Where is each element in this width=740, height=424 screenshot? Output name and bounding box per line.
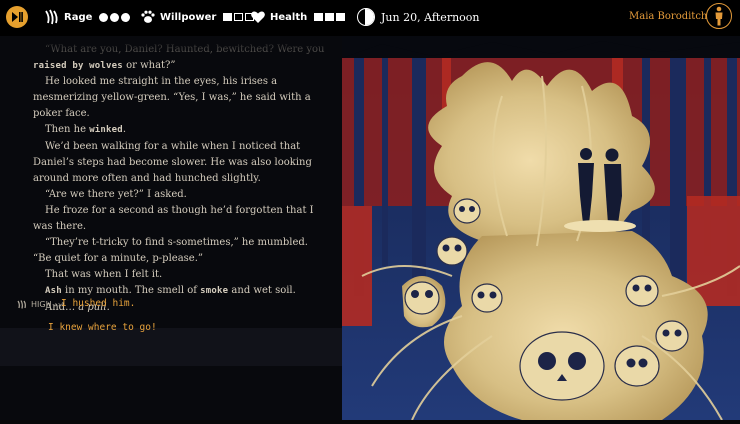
stat-label-health: Health bbox=[270, 11, 308, 23]
rage-meter bbox=[99, 12, 131, 22]
story-text-run: He froze for a second as though he’d for… bbox=[33, 204, 314, 233]
emphasis-word: raised by wolves bbox=[33, 61, 123, 72]
choice-option[interactable]: I knew where to go! bbox=[48, 322, 157, 333]
top-fade bbox=[0, 36, 342, 56]
story-panel[interactable]: “What are you, Daniel? Haunted, bewitche… bbox=[0, 36, 342, 420]
stat-box bbox=[223, 13, 233, 21]
selected-choice: I hushed him. bbox=[61, 298, 136, 309]
stat-box bbox=[314, 13, 324, 21]
story-text-run: . bbox=[122, 124, 127, 136]
stat-dot bbox=[99, 12, 109, 22]
paw-icon bbox=[140, 9, 156, 25]
emphasis-word: winked bbox=[89, 125, 123, 136]
story-paragraph: raised by wolves or what?” bbox=[33, 58, 325, 74]
story-text-run: “They’re t-tricky to find s-sometimes,” … bbox=[33, 237, 308, 265]
story-paragraph: We’d been walking for a while when I not… bbox=[33, 139, 325, 187]
heart-icon bbox=[250, 9, 266, 25]
story-text: “What are you, Daniel? Haunted, bewitche… bbox=[33, 42, 325, 316]
stat-label-rage: Rage bbox=[64, 11, 93, 23]
story-text-run: Then he bbox=[45, 124, 90, 136]
stat-label-willpower: Willpower bbox=[160, 11, 217, 23]
story-text-run: in my mouth. The smell of bbox=[61, 285, 201, 297]
character-name: Maia Boroditch bbox=[629, 11, 708, 22]
health-meter bbox=[314, 13, 346, 21]
story-paragraph: “Are we there yet?” I asked. bbox=[33, 187, 325, 203]
forest-skulls-artwork bbox=[342, 36, 740, 421]
stat-box bbox=[325, 13, 335, 21]
emphasis-word: Ash bbox=[45, 286, 62, 297]
play-pause-icon bbox=[12, 12, 23, 22]
story-paragraph: That was when I felt it. bbox=[33, 267, 325, 283]
story-text-run: or what?” bbox=[122, 60, 176, 72]
person-icon bbox=[715, 6, 723, 26]
play-pause-button[interactable] bbox=[6, 6, 28, 28]
health-stat: Health bbox=[250, 9, 346, 25]
moon-phase-icon bbox=[357, 8, 375, 26]
story-text-run: We’d been walking for a while when I not… bbox=[33, 140, 312, 184]
willpower-stat: Willpower bbox=[140, 9, 255, 25]
top-hud: Rage Willpower Health Jun 20, Afternoon … bbox=[0, 0, 740, 36]
date-display: Jun 20, Afternoon bbox=[357, 8, 480, 26]
stat-dot bbox=[121, 12, 131, 22]
stat-box bbox=[234, 13, 244, 21]
story-text-run: and wet soil. bbox=[228, 285, 296, 297]
selected-choice-band bbox=[0, 328, 342, 366]
story-text-run: “Are we there yet?” I asked. bbox=[45, 188, 187, 200]
story-text-run: He looked me straight in the eyes, his i… bbox=[33, 76, 311, 120]
stat-box bbox=[336, 13, 346, 21]
claw-marks-icon bbox=[44, 9, 60, 25]
choice-tag: HIGH ››› bbox=[17, 300, 64, 309]
story-text-run: That was when I felt it. bbox=[45, 269, 163, 281]
story-paragraph: “They’re t-tricky to find s-sometimes,” … bbox=[33, 235, 325, 267]
story-paragraph: Then he winked. bbox=[33, 122, 325, 138]
scene-illustration bbox=[342, 36, 740, 421]
stat-dot bbox=[110, 12, 120, 22]
emphasis-word: smoke bbox=[200, 286, 229, 297]
claw-marks-icon bbox=[17, 300, 26, 309]
date-text: Jun 20, Afternoon bbox=[381, 10, 480, 24]
rage-stat: Rage bbox=[44, 9, 131, 25]
character-menu-button[interactable] bbox=[706, 3, 732, 29]
story-paragraph: He froze for a second as though he’d for… bbox=[33, 203, 325, 235]
story-paragraph: He looked me straight in the eyes, his i… bbox=[33, 74, 325, 122]
choice-tag-label: HIGH bbox=[31, 300, 52, 309]
